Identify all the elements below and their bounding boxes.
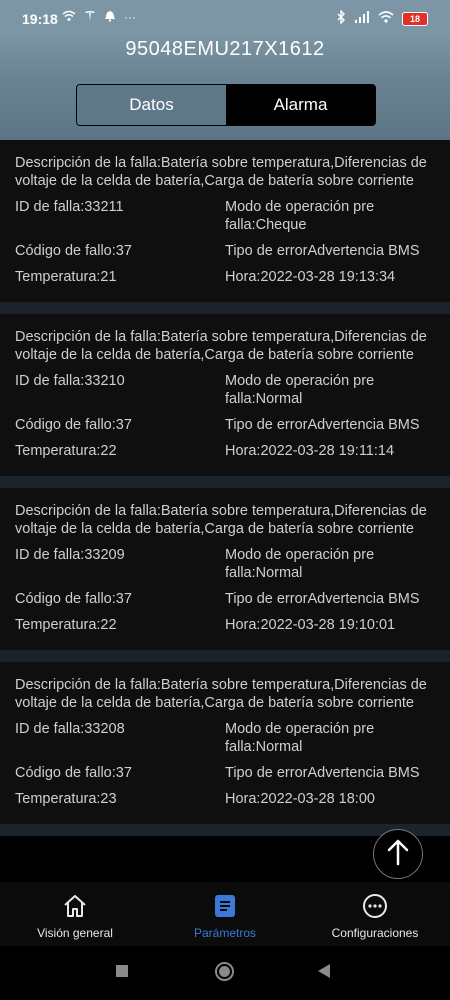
nav-item-overview[interactable]: Visión general (0, 882, 150, 946)
list-item[interactable]: Descripción de la falla:Batería sobre te… (0, 662, 450, 836)
list-item[interactable]: Descripción de la falla:Batería sobre te… (0, 488, 450, 662)
status-time: 19:18 (22, 11, 58, 27)
header: 95048EMU217X1612 Datos Alarma (0, 36, 450, 140)
fault-id: ID de falla:33209 (15, 547, 125, 563)
arrow-up-icon (386, 838, 410, 871)
wifi-icon (378, 11, 394, 26)
tesla-icon (84, 10, 96, 25)
status-notification-icons: ··· (62, 10, 136, 25)
bottom-nav: Visión general Parámetros Configuracione… (0, 882, 450, 946)
tab-alarma[interactable]: Alarma (226, 85, 375, 125)
more-dots-icon: ··· (124, 10, 136, 24)
more-icon (300, 892, 450, 920)
error-type: Tipo de errorAdvertencia BMS (225, 417, 420, 433)
signal-icon (354, 11, 370, 26)
recents-button[interactable] (116, 965, 128, 977)
document-icon (150, 892, 300, 920)
temperature: Temperatura:22 (15, 617, 117, 633)
fault-description: Descripción de la falla:Batería sobre te… (15, 329, 427, 363)
temperature: Temperatura:22 (15, 443, 117, 459)
nav-label-settings: Configuraciones (331, 926, 419, 940)
tab-datos[interactable]: Datos (77, 85, 226, 125)
fault-time: Hora:2022-03-28 19:13:34 (225, 269, 396, 285)
fault-id: ID de falla:33211 (15, 199, 124, 215)
fault-description: Descripción de la falla:Batería sobre te… (15, 503, 427, 537)
nav-label-overview: Visión general (37, 926, 113, 940)
fault-description: Descripción de la falla:Batería sobre te… (15, 677, 427, 711)
error-type: Tipo de errorAdvertencia BMS (225, 591, 420, 607)
scroll-top-button[interactable] (373, 829, 423, 879)
fault-time: Hora:2022-03-28 19:10:01 (225, 617, 396, 633)
fault-time: Hora:2022-03-28 19:11:14 (225, 443, 395, 459)
bluetooth-icon (336, 9, 346, 27)
fault-code: Código de fallo:37 (15, 591, 132, 607)
pre-fault-mode: Modo de operación pre falla:Normal (225, 373, 375, 407)
home-button[interactable] (215, 962, 234, 981)
nav-label-parameters: Parámetros (193, 926, 257, 940)
wifi-calling-icon (62, 10, 76, 25)
error-type: Tipo de errorAdvertencia BMS (225, 765, 420, 781)
nav-item-parameters[interactable]: Parámetros (150, 882, 300, 946)
fault-description: Descripción de la falla:Batería sobre te… (15, 155, 427, 189)
pre-fault-mode: Modo de operación pre falla:Normal (225, 547, 375, 581)
fault-code: Código de fallo:37 (15, 243, 132, 259)
status-system-icons: 18 (336, 9, 428, 27)
fault-id: ID de falla:33208 (15, 721, 125, 737)
fault-time: Hora:2022-03-28 18:00 (225, 791, 375, 807)
home-icon (0, 892, 150, 920)
alarm-list[interactable]: Descripción de la falla:Batería sobre te… (0, 140, 450, 882)
back-button[interactable] (318, 964, 330, 978)
page-title: 95048EMU217X1612 (125, 38, 325, 60)
temperature: Temperatura:21 (15, 269, 117, 285)
pre-fault-mode: Modo de operación pre falla:Normal (225, 721, 375, 755)
list-item[interactable]: Descripción de la falla:Batería sobre te… (0, 314, 450, 488)
fault-code: Código de fallo:37 (15, 417, 132, 433)
temperature: Temperatura:23 (15, 791, 117, 807)
list-item[interactable]: Descripción de la falla:Batería sobre te… (0, 140, 450, 314)
bell-icon (104, 10, 116, 25)
fault-code: Código de fallo:37 (15, 765, 132, 781)
error-type: Tipo de errorAdvertencia BMS (225, 243, 420, 259)
battery-icon: 18 (402, 11, 428, 26)
nav-item-settings[interactable]: Configuraciones (300, 882, 450, 946)
fault-id: ID de falla:33210 (15, 373, 125, 389)
pre-fault-mode: Modo de operación pre falla:Cheque (225, 199, 375, 233)
status-bar: 19:18 ··· 18 (0, 0, 450, 36)
tab-switcher: Datos Alarma (76, 84, 376, 126)
